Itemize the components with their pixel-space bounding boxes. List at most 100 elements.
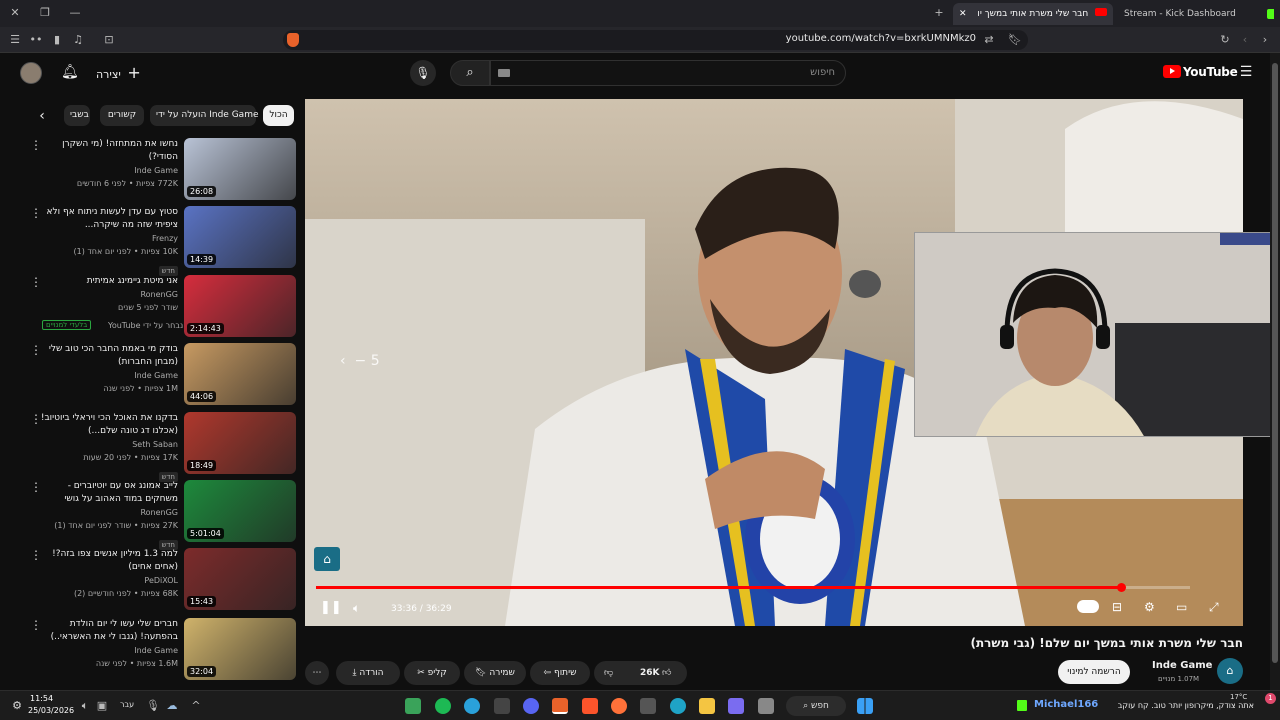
discord-icon[interactable] [523, 698, 539, 714]
video-thumbnail[interactable]: 5:01:04 [184, 480, 296, 542]
tab-kick[interactable]: Stream - Kick Dashboard [1124, 3, 1274, 25]
clip-button[interactable]: ✂ קליפ [404, 661, 460, 685]
channel-avatar[interactable]: ⌂ [1217, 658, 1243, 684]
autoplay-toggle-icon[interactable] [1077, 600, 1099, 613]
minimize-window-icon[interactable]: — [68, 6, 82, 20]
screenshot-icon[interactable]: ⊡ [102, 33, 116, 47]
hamburger-menu-icon[interactable]: ☰ [1239, 65, 1253, 79]
pause-icon[interactable]: ❚❚ [320, 600, 342, 616]
show-hidden-icons[interactable]: ^ [190, 699, 202, 713]
settings-icon[interactable]: ⚙ [10, 699, 24, 713]
list-item-channel[interactable]: Inde Game [34, 369, 178, 382]
chip-bshvi[interactable]: בשבי [64, 105, 90, 126]
search-input[interactable]: חיפוש [490, 60, 846, 86]
mic-tray-icon[interactable]: 🎙︎ [146, 699, 160, 713]
list-item-title[interactable]: בודק מי באמת החבר הכי טוב שלי (מבחן החבר… [34, 343, 178, 369]
list-item-title[interactable]: חברים שלי עשו לי יום הולדת בהפתעה! (גנבו… [34, 618, 178, 644]
back-icon[interactable]: ‹ [1238, 33, 1252, 47]
app-green-icon[interactable] [405, 698, 421, 714]
video-thumbnail[interactable]: 15:43 [184, 548, 296, 610]
list-item-channel[interactable]: RonenGG [34, 288, 178, 301]
brave-shield-icon[interactable] [287, 33, 299, 47]
list-item[interactable]: ⋮ 32:04 חברים שלי עשו לי יום הולדת בהפתעה!… [30, 618, 296, 682]
subscribe-button[interactable]: הרשמה למינוי [1058, 660, 1130, 684]
notification-badge[interactable]: 1 [1265, 693, 1276, 704]
video-thumbnail[interactable]: 44:06 [184, 343, 296, 405]
address-bar[interactable]: youtube.com/watch?v=bxrkUMNMkz0 ⇄ 🔖︎ [283, 30, 1028, 50]
brave-taskbar-icon[interactable] [552, 698, 568, 714]
share-button[interactable]: ⇦ שיתוף [530, 661, 590, 685]
chip-uploaded-by[interactable]: הועלה על ידי Inde Game [150, 105, 259, 126]
tab-youtube[interactable]: ✕ חבר שלי משרת אותי במשך יו [953, 3, 1113, 25]
volume-tray-icon[interactable]: 🔈︎ [79, 699, 91, 713]
video-thumbnail[interactable]: 14:39 [184, 206, 296, 268]
avatar[interactable] [20, 62, 42, 84]
fullscreen-icon[interactable]: ⤢ [1209, 599, 1219, 615]
youtube-logo[interactable]: YouTube [1163, 65, 1238, 79]
list-item[interactable]: ⋮ 14:39 סטוץ עם עדן לעשות ניתוח אף ולא ציפ… [30, 206, 296, 276]
forward-icon[interactable]: › [1258, 33, 1272, 47]
more-actions-button[interactable]: ⋯ [305, 661, 329, 685]
close-tab-icon[interactable]: ✕ [959, 9, 967, 19]
edge-icon[interactable] [670, 698, 686, 714]
app-edit-icon[interactable] [494, 698, 510, 714]
bookmark-icon[interactable]: 🔖︎ [1008, 33, 1022, 47]
list-item-channel[interactable]: Inde Game [34, 644, 178, 657]
list-item[interactable]: ⋮ 44:06 בודק מי באמת החבר הכי טוב שלי (מבח… [30, 343, 296, 407]
telegram-icon[interactable] [464, 698, 480, 714]
scrollbar-thumb[interactable] [1272, 63, 1278, 663]
search-button[interactable]: ⌕ [450, 60, 490, 86]
create-button[interactable]: יצירה + [96, 63, 141, 82]
channel-name[interactable]: Inde Game [1152, 660, 1212, 671]
video-thumbnail[interactable]: 2:14:43 [184, 275, 296, 337]
onedrive-tray-icon[interactable]: ☁ [166, 699, 178, 713]
app-window-icon[interactable] [758, 698, 774, 714]
firefox-icon[interactable] [611, 698, 627, 714]
list-item-title[interactable]: בדקנו את האוכל הכי ויראלי ביוטיוב! (אכלנ… [34, 412, 178, 438]
spotify-icon[interactable] [435, 698, 451, 714]
like-count[interactable]: 26K [640, 661, 660, 685]
chip-all[interactable]: הכול [263, 105, 294, 126]
explorer-icon[interactable] [699, 698, 715, 714]
list-item-title[interactable]: לייב אמונג אס עם יוטיוברים - משחקים במוד… [34, 480, 178, 506]
list-item[interactable]: ⋮ 5:01:04 לייב אמונג אס עם יוטיוברים - משח… [30, 480, 296, 550]
list-item[interactable]: ⋮ 18:49 בדקנו את האוכל הכי ויראלי ביוטיוב!… [30, 412, 296, 482]
copilot-icon[interactable] [728, 698, 744, 714]
list-item-title[interactable]: נחשו את המתחזה! (מי השקרן הסודי?) [34, 138, 178, 164]
store-icon[interactable] [640, 698, 656, 714]
reload-icon[interactable]: ↻ [1218, 33, 1232, 47]
video-thumbnail[interactable]: 18:49 [184, 412, 296, 474]
input-language[interactable]: עבר [120, 700, 134, 709]
notifications-bell-icon[interactable]: 🔔︎ [61, 65, 79, 79]
theater-mode-icon[interactable]: ▭ [1176, 599, 1187, 615]
dislike-button[interactable]: 👎︎ [604, 661, 613, 685]
list-item-channel[interactable]: Frenzy [34, 232, 178, 245]
list-item-channel[interactable]: Inde Game [34, 164, 178, 177]
restore-window-icon[interactable]: ❐ [38, 6, 52, 20]
network-tray-icon[interactable]: ▣ [96, 699, 108, 713]
list-item-title[interactable]: סטוץ עם עדן לעשות ניתוח אף ולא ציפיתי שז… [34, 206, 178, 232]
channel-watermark-icon[interactable]: ⌂ [314, 547, 340, 571]
list-item[interactable]: ⋮ 15:43 למה 1.3 מיליון אנשים צפו בזה?! (אח… [30, 548, 296, 612]
list-item[interactable]: ⋮ 26:08 נחשו את המתחזה! (מי השקרן הסודי?) I… [30, 138, 296, 202]
settings-gear-icon[interactable]: ⚙ [1144, 599, 1155, 615]
music-icon[interactable]: ♫ [71, 33, 85, 47]
download-button[interactable]: ⤓ הורדה [336, 661, 400, 685]
close-window-icon[interactable]: ✕ [8, 6, 22, 20]
reader-mode-icon[interactable]: ⇄ [982, 33, 996, 47]
chip-related[interactable]: קשורים [100, 105, 144, 126]
menu-icon[interactable]: ☰ [8, 33, 22, 47]
volume-icon[interactable]: 🔈︎ [353, 600, 360, 616]
start-windows-icon[interactable] [857, 698, 873, 714]
list-item-channel[interactable]: RonenGG [34, 506, 178, 519]
list-item-title[interactable]: אני מיטת גיימינג אמיתית [34, 275, 178, 288]
list-item-channel[interactable]: Seth Saban [34, 438, 178, 451]
list-item-channel[interactable]: PeDiXOL [34, 574, 178, 587]
list-item-title[interactable]: למה 1.3 מיליון אנשים צפו בזה?! (אחים אחי… [34, 548, 178, 574]
progress-bar[interactable] [316, 583, 1190, 592]
page-scrollbar[interactable] [1270, 53, 1280, 690]
keyboard-icon[interactable] [498, 69, 510, 77]
save-button[interactable]: 🔖︎ שמירה [464, 661, 526, 685]
like-icon[interactable]: 👍︎ [662, 661, 671, 685]
subtitles-icon[interactable]: ⊟ [1112, 599, 1122, 615]
